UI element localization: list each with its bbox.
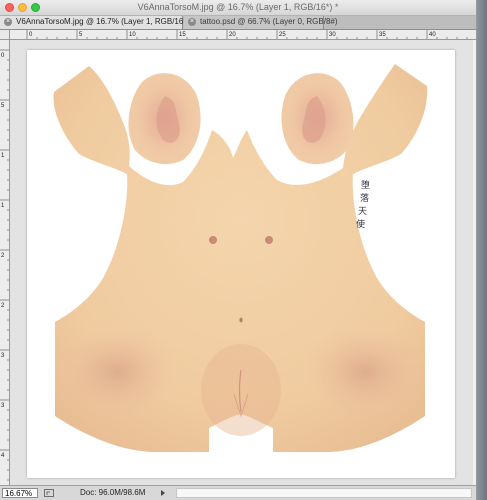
- document-window: V6AnnaTorsoM.jpg @ 16.7% (Layer 1, RGB/1…: [0, 0, 477, 500]
- status-bar: 16.67% Doc: 96.0M/98.6M: [0, 485, 476, 500]
- right-nipple: [265, 236, 273, 244]
- ruler-left-label: 3: [1, 353, 5, 359]
- torso-texture: [53, 64, 428, 452]
- ruler-top-label: 40: [429, 32, 436, 38]
- ruler-left-label: 3: [1, 403, 5, 409]
- ruler-left-label: 4: [1, 453, 5, 459]
- tattoo-text: 堕 落 天 使: [356, 179, 370, 230]
- tab-label: tattoo.psd @ 66.7% (Layer 0, RGB/8#): [200, 17, 338, 26]
- ruler-origin[interactable]: [0, 30, 10, 40]
- tattoo-char: 使: [356, 218, 365, 230]
- zoom-level-field[interactable]: 16.67%: [2, 488, 38, 498]
- right-ear-texture: [281, 73, 354, 165]
- ruler-left-label: 2: [1, 303, 5, 309]
- tab-close-icon[interactable]: ×: [188, 18, 196, 26]
- vertical-ruler[interactable]: 0 5 1 1 2 2 3 3 4: [0, 40, 10, 485]
- horizontal-scrollbar[interactable]: [176, 488, 472, 498]
- ruler-left-label: 2: [1, 253, 5, 259]
- ruler-top-label: 20: [229, 32, 236, 38]
- document-size-info[interactable]: Doc: 96.0M/98.6M: [80, 488, 145, 497]
- tab-tattoo[interactable]: × tattoo.psd @ 66.7% (Layer 0, RGB/8#): [184, 16, 338, 29]
- ruler-left-label: 1: [1, 153, 5, 159]
- export-icon[interactable]: [44, 489, 54, 497]
- vertical-scrollbar[interactable]: [473, 40, 476, 485]
- horizontal-ruler[interactable]: 0 5 10 15 20 25 30 35 40: [10, 30, 476, 40]
- left-ear-texture: [128, 73, 201, 165]
- ruler-top-label: 15: [179, 32, 186, 38]
- ruler-top-label: 5: [79, 32, 83, 38]
- tattoo-char: 天: [358, 207, 367, 217]
- ruler-top-label: 10: [129, 32, 136, 38]
- ruler-top-label: 35: [379, 32, 386, 38]
- ruler-top-label: 25: [279, 32, 286, 38]
- document-canvas[interactable]: 堕 落 天 使: [27, 50, 455, 478]
- ruler-top-label: 0: [29, 32, 33, 38]
- navel: [239, 317, 243, 323]
- window-title: V6AnnaTorsoM.jpg @ 16.7% (Layer 1, RGB/1…: [137, 2, 339, 12]
- canvas-area[interactable]: 堕 落 天 使: [10, 40, 473, 485]
- tab-v6annatorsom[interactable]: × V6AnnaTorsoM.jpg @ 16.7% (Layer 1, RGB…: [0, 16, 194, 29]
- tattoo-char: 落: [360, 192, 369, 204]
- document-tab-bar: × V6AnnaTorsoM.jpg @ 16.7% (Layer 1, RGB…: [0, 16, 476, 30]
- tab-label: V6AnnaTorsoM.jpg @ 16.7% (Layer 1, RGB/1…: [16, 17, 195, 26]
- ruler-top-label: 30: [329, 32, 336, 38]
- title-bar[interactable]: V6AnnaTorsoM.jpg @ 16.7% (Layer 1, RGB/1…: [0, 0, 476, 16]
- ruler-left-label: 5: [1, 103, 5, 109]
- tattoo-char: 堕: [361, 179, 370, 191]
- ruler-left-label: 0: [1, 53, 5, 59]
- ruler-left-label: 1: [1, 203, 5, 209]
- tab-close-icon[interactable]: ×: [4, 18, 12, 26]
- left-nipple: [209, 236, 217, 244]
- status-menu-arrow-icon[interactable]: [160, 489, 166, 497]
